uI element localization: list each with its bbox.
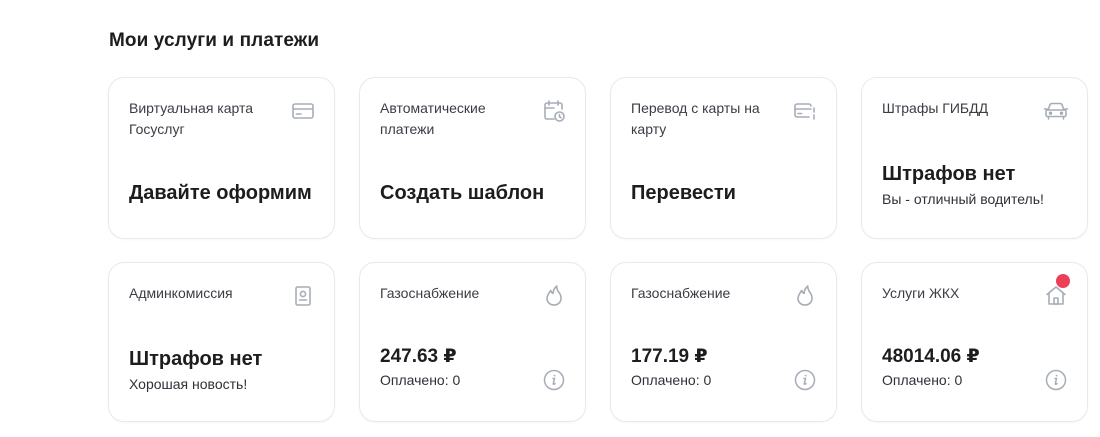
- card-title: Виртуальная карта Госуслуг: [129, 100, 254, 137]
- card-virtual-card[interactable]: Виртуальная карта Госуслуг Давайте оформ…: [108, 77, 335, 239]
- card-amount: 48014.06 ₽: [882, 346, 980, 367]
- card-admin-commission[interactable]: Админкомиссия Штрафов нет Хорошая новост…: [108, 262, 335, 422]
- card-gas-supply-2[interactable]: Газоснабжение 177.19 ₽ Оплачено: 0: [610, 262, 837, 422]
- card-title: Автоматические платежи: [380, 100, 486, 137]
- card-card-transfer[interactable]: Перевод с карты на карту Перевести: [610, 77, 837, 239]
- card-title: Газоснабжение: [631, 285, 731, 301]
- services-grid: Виртуальная карта Госуслуг Давайте оформ…: [108, 77, 1088, 422]
- card-subtitle: Хорошая новость!: [129, 376, 248, 392]
- flame-icon: [541, 283, 567, 309]
- calendar-clock-icon: [541, 98, 567, 124]
- card-amount: 177.19 ₽: [631, 346, 708, 367]
- card-title: Админкомиссия: [129, 285, 233, 301]
- card-housing-services[interactable]: Услуги ЖКХ 48014.06 ₽ Оплачено: 0: [861, 262, 1088, 422]
- card-title: Перевод с карты на карту: [631, 100, 760, 137]
- card-traffic-fines[interactable]: Штрафы ГИБДД Штрафов нет Вы - отличный в…: [861, 77, 1088, 239]
- document-badge-icon: [290, 283, 316, 309]
- card-amount: 247.63 ₽: [380, 346, 457, 367]
- card-action: Перевести: [631, 182, 736, 204]
- card-status: Штрафов нет: [882, 163, 1016, 185]
- card-transfer-icon: [792, 98, 818, 124]
- card-subtitle: Вы - отличный водитель!: [882, 191, 1044, 207]
- info-icon[interactable]: [794, 369, 816, 391]
- card-auto-payments[interactable]: Автоматические платежи Создать шаблон: [359, 77, 586, 239]
- notification-dot: [1056, 274, 1070, 288]
- card-title: Штрафы ГИБДД: [882, 100, 989, 116]
- card-title: Газоснабжение: [380, 285, 480, 301]
- card-status: Штрафов нет: [129, 348, 263, 370]
- car-icon: [1043, 98, 1069, 124]
- card-gas-supply-1[interactable]: Газоснабжение 247.63 ₽ Оплачено: 0: [359, 262, 586, 422]
- card-paid-status: Оплачено: 0: [631, 372, 712, 388]
- info-icon[interactable]: [543, 369, 565, 391]
- card-action: Давайте оформим: [129, 182, 312, 204]
- card-paid-status: Оплачено: 0: [882, 372, 963, 388]
- card-action: Создать шаблон: [380, 182, 545, 204]
- credit-card-icon: [290, 98, 316, 124]
- info-icon[interactable]: [1045, 369, 1067, 391]
- card-paid-status: Оплачено: 0: [380, 372, 461, 388]
- section-title: Мои услуги и платежи: [109, 30, 320, 51]
- flame-icon: [792, 283, 818, 309]
- card-title: Услуги ЖКХ: [882, 285, 960, 301]
